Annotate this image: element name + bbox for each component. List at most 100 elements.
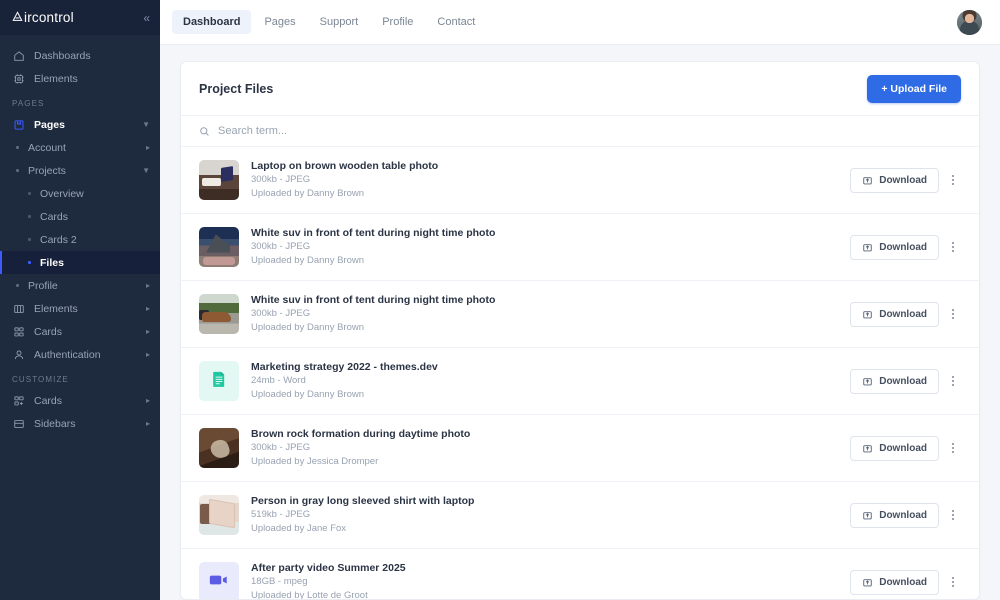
- chevron-double-left-icon[interactable]: «: [143, 12, 150, 24]
- content-area: Project Files + Upload File Laptop on br…: [160, 45, 1000, 600]
- sidebar-item-authentication[interactable]: Authentication ▸: [0, 343, 160, 366]
- file-meta: 300kb - JPEG: [251, 307, 838, 321]
- sidebar-item-sidebars[interactable]: Sidebars ▸: [0, 412, 160, 435]
- sidebar-item-label: Files: [40, 257, 64, 269]
- table-row[interactable]: After party video Summer 2025 18GB - mpe…: [181, 549, 979, 599]
- top-navigation-bar: Dashboard Pages Support Profile Contact: [160, 0, 1000, 45]
- file-thumbnail: [199, 160, 239, 200]
- bullet-dot-icon: [28, 238, 31, 241]
- sidebar-item-pages[interactable]: Pages ▼: [0, 113, 160, 136]
- table-row[interactable]: Laptop on brown wooden table photo 300kb…: [181, 147, 979, 214]
- file-uploader: Uploaded by Lotte de Groot: [251, 589, 838, 599]
- table-row[interactable]: Person in gray long sleeved shirt with l…: [181, 482, 979, 549]
- tab-profile[interactable]: Profile: [371, 10, 424, 34]
- file-thumbnail: [199, 428, 239, 468]
- sidebar-item-label: Cards: [40, 211, 68, 223]
- download-label: Download: [879, 175, 927, 186]
- search-icon: [199, 126, 210, 137]
- download-button[interactable]: Download: [850, 570, 939, 595]
- upload-file-button[interactable]: + Upload File: [867, 75, 961, 103]
- file-meta: 300kb - JPEG: [251, 240, 838, 254]
- file-thumbnail: [199, 562, 239, 599]
- chevron-right-icon: ▸: [146, 350, 150, 359]
- file-info: Person in gray long sleeved shirt with l…: [251, 494, 838, 537]
- download-button[interactable]: Download: [850, 503, 939, 528]
- card-header: Project Files + Upload File: [181, 62, 979, 116]
- kebab-menu-icon[interactable]: [945, 370, 961, 392]
- table-row[interactable]: Brown rock formation during daytime phot…: [181, 415, 979, 482]
- file-thumbnail: [199, 294, 239, 334]
- triangle-a-logo-icon: [12, 10, 23, 25]
- brand-logo[interactable]: ircontrol: [12, 10, 74, 25]
- download-button[interactable]: Download: [850, 436, 939, 461]
- sidebar-item-label: Authentication: [34, 349, 101, 361]
- sidebar-nav: Dashboards Elements PAGES Pages ▼ Accoun…: [0, 35, 160, 600]
- file-uploader: Uploaded by Danny Brown: [251, 254, 838, 268]
- download-button[interactable]: Download: [850, 369, 939, 394]
- kebab-menu-icon[interactable]: [945, 504, 961, 526]
- chevron-right-icon: ▸: [146, 281, 150, 290]
- file-name: Marketing strategy 2022 - themes.dev: [251, 360, 838, 374]
- file-thumbnail: [199, 361, 239, 401]
- file-uploader: Uploaded by Jessica Dromper: [251, 455, 838, 469]
- avatar[interactable]: [957, 10, 982, 35]
- download-label: Download: [879, 577, 927, 588]
- sidebar-item-overview[interactable]: Overview: [0, 182, 160, 205]
- file-info: Laptop on brown wooden table photo 300kb…: [251, 159, 838, 202]
- sidebar-item-customize-cards[interactable]: Cards ▸: [0, 389, 160, 412]
- main-area: Dashboard Pages Support Profile Contact …: [160, 0, 1000, 600]
- kebab-menu-icon[interactable]: [945, 571, 961, 593]
- sidebar-item-label: Pages: [34, 119, 65, 131]
- download-button[interactable]: Download: [850, 235, 939, 260]
- chevron-right-icon: ▸: [146, 327, 150, 336]
- file-name: White suv in front of tent during night …: [251, 226, 838, 240]
- table-row[interactable]: White suv in front of tent during night …: [181, 214, 979, 281]
- sidebar-item-cards-group[interactable]: Cards ▸: [0, 320, 160, 343]
- download-label: Download: [879, 242, 927, 253]
- file-name: Brown rock formation during daytime phot…: [251, 427, 838, 441]
- download-button[interactable]: Download: [850, 168, 939, 193]
- download-icon: [862, 175, 873, 186]
- sidebar-item-label: Cards 2: [40, 234, 77, 246]
- sidebar-item-projects[interactable]: Projects ▼: [0, 159, 160, 182]
- bullet-dot-icon: [16, 146, 19, 149]
- bullet-dot-icon: [28, 192, 31, 195]
- tab-pages[interactable]: Pages: [253, 10, 306, 34]
- download-icon: [862, 443, 873, 454]
- tab-contact[interactable]: Contact: [426, 10, 486, 34]
- sidebar-item-cards[interactable]: Cards: [0, 205, 160, 228]
- sidebar-item-cards-2[interactable]: Cards 2: [0, 228, 160, 251]
- sidebar-item-elements-top[interactable]: Elements: [0, 67, 160, 90]
- download-button[interactable]: Download: [850, 302, 939, 327]
- search-row: [181, 116, 979, 147]
- file-info: After party video Summer 2025 18GB - mpe…: [251, 561, 838, 599]
- sidebar-brand: ircontrol «: [0, 0, 160, 35]
- file-name: After party video Summer 2025: [251, 561, 838, 575]
- columns-icon: [12, 302, 26, 316]
- row-actions: Download: [850, 302, 961, 327]
- sidebar-icon: [12, 417, 26, 431]
- table-row[interactable]: Marketing strategy 2022 - themes.dev 24m…: [181, 348, 979, 415]
- file-name: Laptop on brown wooden table photo: [251, 159, 838, 173]
- row-actions: Download: [850, 503, 961, 528]
- kebab-menu-icon[interactable]: [945, 437, 961, 459]
- sidebar-item-elements[interactable]: Elements ▸: [0, 297, 160, 320]
- kebab-menu-icon[interactable]: [945, 303, 961, 325]
- sidebar-item-dashboards[interactable]: Dashboards: [0, 44, 160, 67]
- sidebar-item-label: Dashboards: [34, 50, 91, 62]
- app-root: ircontrol « Dashboards Elements PAGES: [0, 0, 1000, 600]
- kebab-menu-icon[interactable]: [945, 236, 961, 258]
- file-info: Brown rock formation during daytime phot…: [251, 427, 838, 470]
- table-row[interactable]: White suv in front of tent during night …: [181, 281, 979, 348]
- sidebar-item-files[interactable]: Files: [0, 251, 160, 274]
- search-input[interactable]: [218, 125, 961, 137]
- tab-dashboard[interactable]: Dashboard: [172, 10, 251, 34]
- sidebar-item-profile[interactable]: Profile ▸: [0, 274, 160, 297]
- tab-support[interactable]: Support: [309, 10, 370, 34]
- chevron-down-icon: ▼: [142, 166, 150, 175]
- bullet-dot-icon: [28, 215, 31, 218]
- kebab-menu-icon[interactable]: [945, 169, 961, 191]
- video-camera-icon: [208, 572, 230, 593]
- sidebar-item-account[interactable]: Account ▸: [0, 136, 160, 159]
- file-meta: 519kb - JPEG: [251, 508, 838, 522]
